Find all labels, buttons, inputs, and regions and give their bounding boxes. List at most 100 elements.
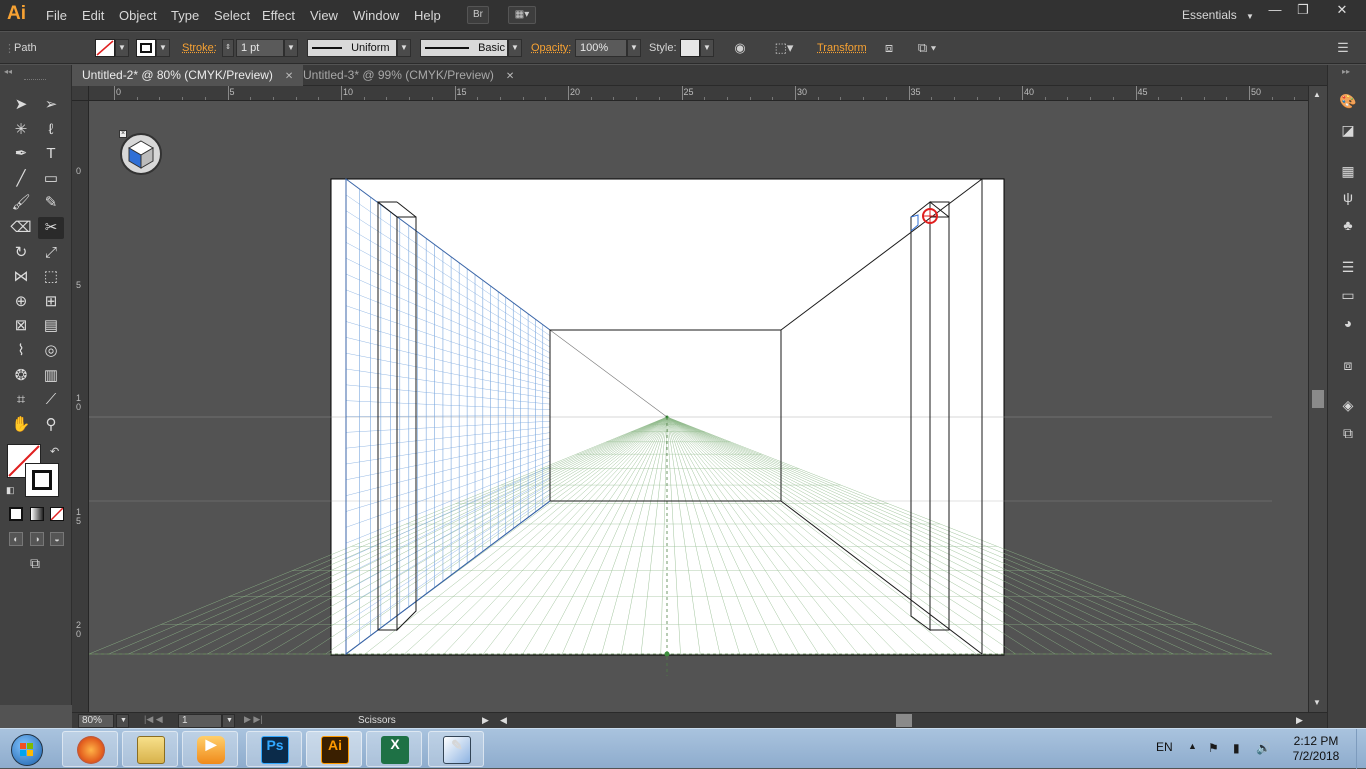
menu-type[interactable]: Type	[171, 8, 199, 23]
perspective-grid-tool-icon[interactable]: ⊞	[38, 291, 64, 313]
screen-mode-icon[interactable]: ⧉	[24, 555, 46, 571]
zoom-level-field[interactable]: 80%	[78, 714, 114, 728]
graphic-style-dropdown[interactable]: ▼	[700, 39, 714, 57]
mesh-tool-icon[interactable]: ⊠	[8, 315, 34, 337]
volume-icon[interactable]: 🔊	[1256, 741, 1271, 755]
menu-help[interactable]: Help	[414, 8, 441, 23]
horizontal-scroll-thumb[interactable]	[896, 714, 912, 727]
taskbar-paint[interactable]: ✎	[428, 731, 484, 767]
recolor-artwork-icon[interactable]: ◉	[731, 40, 749, 56]
show-hidden-icons-icon[interactable]: ▲	[1188, 741, 1197, 751]
stroke-label[interactable]: Stroke:	[182, 42, 217, 54]
variable-width-profile[interactable]: Uniform	[307, 39, 397, 57]
stroke-color-box[interactable]	[25, 463, 59, 497]
scroll-left-icon[interactable]: ◀	[500, 715, 507, 726]
panel-menu-icon[interactable]: ☰	[1334, 40, 1352, 56]
paintbrush-tool-icon[interactable]: 🖌	[8, 192, 34, 214]
taskbar-excel[interactable]: X	[366, 731, 422, 767]
zoom-dropdown[interactable]: ▼	[116, 714, 129, 728]
layers-icon[interactable]: ◈	[1337, 394, 1359, 416]
close-icon[interactable]: ✕	[506, 71, 514, 82]
column-graph-tool-icon[interactable]: ▥	[38, 365, 64, 387]
opacity-field[interactable]: 100%	[575, 39, 627, 57]
draw-inside-icon[interactable]: ◒	[50, 532, 64, 546]
artboards-icon[interactable]: ⧉	[1337, 422, 1359, 444]
taskbar-illustrator[interactable]: Ai	[306, 731, 362, 767]
stroke-swatch[interactable]	[136, 39, 156, 57]
vertical-ruler[interactable]: 0 5 1 0 1 5 2 0	[72, 101, 89, 712]
taskbar-firefox[interactable]	[62, 731, 118, 767]
swatches-icon[interactable]: ▦	[1337, 160, 1359, 182]
opacity-dropdown[interactable]: ▼	[627, 39, 641, 57]
scissors-tool-icon[interactable]: ✂	[38, 217, 64, 239]
color-mode-icon[interactable]	[9, 507, 23, 521]
menu-view[interactable]: View	[310, 8, 338, 23]
symbol-sprayer-tool-icon[interactable]: ❂	[8, 365, 34, 387]
pencil-tool-icon[interactable]: ✎	[38, 192, 64, 214]
stroke-weight-field[interactable]: 1 pt	[236, 39, 284, 57]
taskbar-photoshop[interactable]: Ps	[246, 731, 302, 767]
opacity-label[interactable]: Opacity:	[531, 42, 571, 54]
rotate-tool-icon[interactable]: ↻	[8, 242, 34, 264]
gradient-tool-icon[interactable]: ▤	[38, 315, 64, 337]
stroke-weight-dropdown[interactable]: ▼	[284, 39, 298, 57]
color-icon[interactable]: 🎨	[1337, 90, 1359, 112]
scroll-right-icon[interactable]: ▶	[1296, 715, 1303, 726]
workspace-switcher[interactable]: Essentials ▼	[1182, 8, 1254, 22]
shape-builder-tool-icon[interactable]: ⊕	[8, 291, 34, 313]
fill-swatch[interactable]	[95, 39, 115, 57]
default-fill-stroke-icon[interactable]: ◧	[6, 485, 15, 496]
taskbar-explorer[interactable]	[122, 731, 178, 767]
scroll-up-icon[interactable]: ▲	[1313, 90, 1321, 99]
profile-dropdown[interactable]: ▼	[397, 39, 411, 57]
stroke-weight-stepper[interactable]: ⇕	[222, 39, 234, 57]
horizontal-ruler[interactable]: 0 5 10 15 20 25 30 35 40 45 50	[89, 86, 1308, 101]
collapse-panel-icon[interactable]: ◂◂	[4, 67, 12, 76]
stroke-dropdown[interactable]: ▼	[156, 39, 170, 57]
network-icon[interactable]: ▮	[1233, 741, 1240, 755]
tab-untitled-3[interactable]: Untitled-3* @ 99% (CMYK/Preview) ✕	[293, 65, 524, 86]
menu-object[interactable]: Object	[119, 8, 157, 23]
width-tool-icon[interactable]: ⋈	[8, 266, 34, 288]
canvas-area[interactable]: ×	[89, 101, 1308, 712]
menu-effect[interactable]: Effect	[262, 8, 295, 23]
scroll-down-icon[interactable]: ▼	[1313, 698, 1321, 707]
align-to-icon[interactable]: ⬚▾	[772, 40, 796, 56]
expand-panels-icon[interactable]: ▸▸	[1342, 67, 1350, 76]
brush-dropdown[interactable]: ▼	[508, 39, 522, 57]
rectangle-tool-icon[interactable]: ▭	[38, 168, 64, 190]
blend-tool-icon[interactable]: ◎	[38, 340, 64, 362]
none-mode-icon[interactable]	[50, 507, 64, 521]
last-artboard-icon[interactable]: ▶ ▶|	[244, 714, 263, 725]
tab-untitled-2[interactable]: Untitled-2* @ 80% (CMYK/Preview) ✕	[72, 65, 304, 86]
show-desktop-button[interactable]	[1356, 729, 1366, 769]
menu-select[interactable]: Select	[214, 8, 250, 23]
draw-normal-icon[interactable]: ◐	[9, 532, 23, 546]
selection-tool-icon[interactable]: ➤	[8, 94, 34, 116]
first-artboard-icon[interactable]: |◀ ◀	[144, 714, 163, 725]
transparency-icon[interactable]: ◕	[1337, 312, 1359, 334]
taskbar-media-player[interactable]: ▶	[182, 731, 238, 767]
graphic-style-swatch[interactable]	[680, 39, 700, 57]
gradient-icon[interactable]: ▭	[1337, 284, 1359, 306]
language-indicator[interactable]: EN	[1156, 740, 1173, 754]
brushes-icon[interactable]: ψ	[1337, 186, 1359, 208]
lasso-tool-icon[interactable]: ℓ	[38, 119, 64, 141]
maximize-button[interactable]: ❐	[1288, 0, 1318, 20]
system-clock[interactable]: 2:12 PM 7/2/2018	[1281, 734, 1351, 764]
transform-link[interactable]: Transform	[817, 42, 867, 54]
magic-wand-tool-icon[interactable]: ✳	[8, 119, 34, 141]
direct-selection-tool-icon[interactable]: ➢	[38, 94, 64, 116]
artboard-number-field[interactable]: 1	[178, 714, 222, 728]
arrange-documents-button[interactable]: ▦▾	[508, 6, 536, 24]
line-segment-tool-icon[interactable]: ╱	[8, 168, 34, 190]
fill-dropdown[interactable]: ▼	[115, 39, 129, 57]
eyedropper-tool-icon[interactable]: ⌇	[8, 340, 34, 362]
artboard-dropdown[interactable]: ▼	[222, 714, 235, 728]
action-center-icon[interactable]: ⚑	[1208, 741, 1219, 755]
stroke-icon[interactable]: ☰	[1337, 256, 1359, 278]
ruler-origin[interactable]	[72, 86, 89, 101]
close-window-button[interactable]: ✕	[1325, 0, 1359, 20]
hand-tool-icon[interactable]: ✋	[8, 414, 34, 436]
start-button[interactable]	[2, 731, 52, 767]
